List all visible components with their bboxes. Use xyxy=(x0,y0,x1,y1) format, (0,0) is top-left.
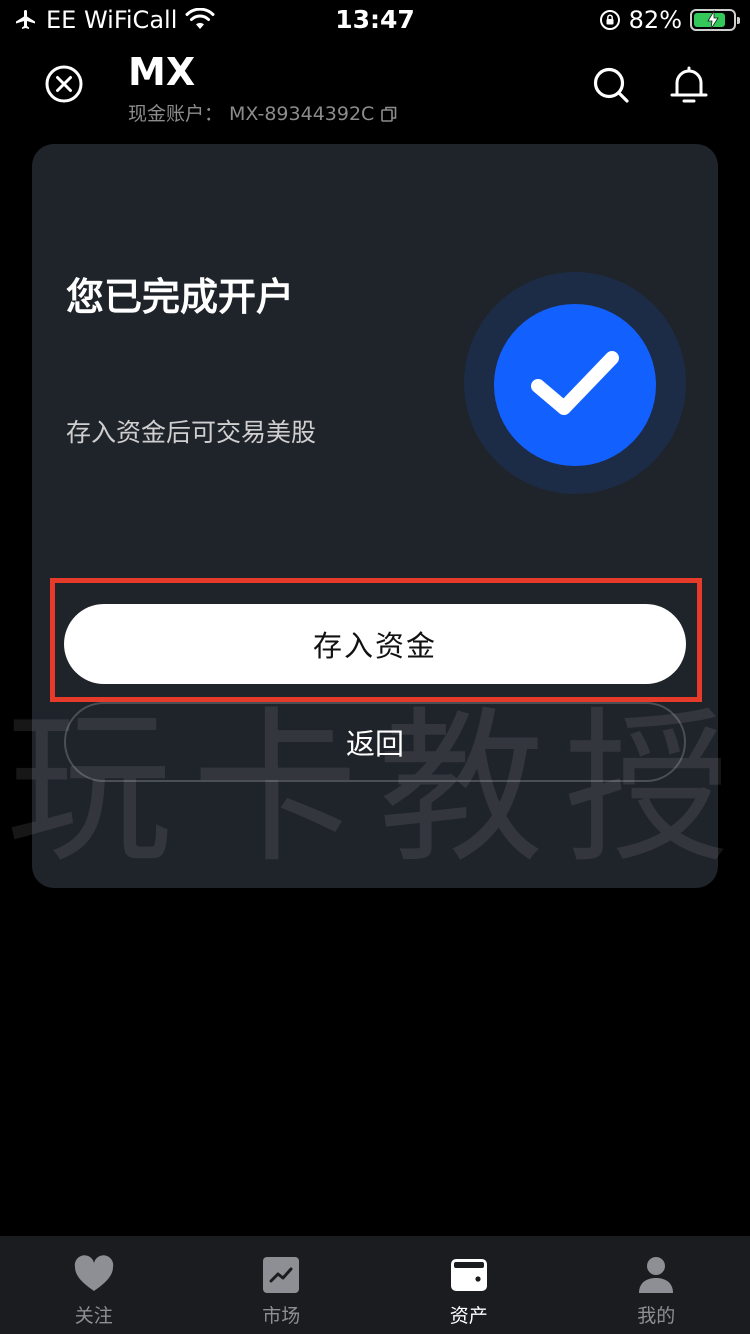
tab-assets[interactable]: 资产 xyxy=(375,1236,563,1334)
search-icon xyxy=(593,67,629,103)
charging-bolt-icon xyxy=(707,10,719,30)
tab-label: 我的 xyxy=(637,1305,676,1327)
account-label: 现金账户： xyxy=(128,103,224,125)
close-icon xyxy=(45,65,83,103)
battery-cap xyxy=(737,17,740,24)
copy-icon[interactable] xyxy=(380,105,398,123)
battery-percent: 82% xyxy=(628,6,682,34)
card-description: 存入资金后可交易美股 xyxy=(66,418,317,447)
account-opened-card: 您已完成开户 存入资金后可交易美股 存入资金 返回 xyxy=(32,144,718,888)
account-title: MX xyxy=(128,50,196,94)
header: MX 现金账户： MX-89344392C xyxy=(0,48,750,132)
account-subtitle: 现金账户： MX-89344392C xyxy=(128,102,398,126)
bell-icon xyxy=(670,66,708,103)
account-number: MX-89344392C xyxy=(229,103,375,125)
chart-icon xyxy=(263,1257,300,1293)
status-right: 82% xyxy=(599,4,740,36)
notifications-button[interactable] xyxy=(668,64,710,106)
tab-label: 市场 xyxy=(262,1305,301,1327)
wallet-icon xyxy=(450,1259,487,1291)
user-icon xyxy=(639,1257,674,1293)
back-button[interactable]: 返回 xyxy=(64,702,686,782)
checkmark-icon xyxy=(531,351,619,415)
tab-bar: 关注 市场 资产 我的 xyxy=(0,1236,750,1334)
tab-label: 资产 xyxy=(449,1305,488,1327)
screen: EE WiFiCall 13:47 82% MX 现金账户： MX-893443… xyxy=(0,0,750,1334)
heart-icon xyxy=(74,1255,113,1291)
tab-label: 关注 xyxy=(74,1305,113,1327)
orientation-lock-icon xyxy=(599,10,620,30)
search-button[interactable] xyxy=(592,66,630,104)
close-button[interactable] xyxy=(44,64,84,104)
tab-watchlist[interactable]: 关注 xyxy=(0,1236,188,1334)
success-check-badge xyxy=(494,304,656,466)
battery-icon xyxy=(690,9,740,31)
tab-profile[interactable]: 我的 xyxy=(563,1236,750,1334)
deposit-funds-button[interactable]: 存入资金 xyxy=(64,604,686,684)
status-bar: EE WiFiCall 13:47 82% xyxy=(0,0,750,42)
tab-market[interactable]: 市场 xyxy=(188,1236,376,1334)
card-title: 您已完成开户 xyxy=(66,275,295,319)
